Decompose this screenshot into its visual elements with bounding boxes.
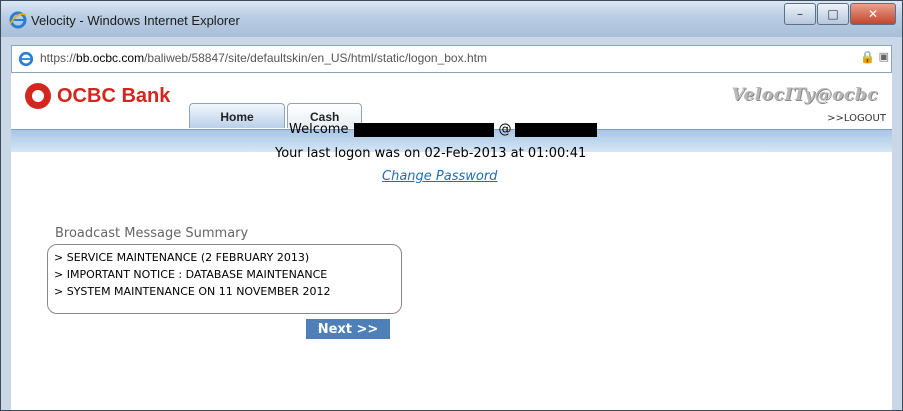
url-scheme: https://: [40, 51, 77, 65]
minimize-button[interactable]: –: [784, 3, 816, 25]
broadcast-title: Broadcast Message Summary: [55, 226, 249, 241]
welcome-line: Welcome @: [289, 122, 598, 137]
ie-page-icon: [18, 51, 34, 67]
address-bar[interactable]: https://bb.ocbc.com/baliweb/58847/site/d…: [11, 45, 892, 73]
at-sign: @: [498, 122, 512, 137]
change-password-link[interactable]: Change Password: [382, 169, 497, 184]
lock-icon[interactable]: 🔒: [860, 50, 875, 64]
logout-link[interactable]: >>LOGOUT: [827, 113, 886, 124]
window-controls: – □ ✕: [783, 3, 896, 25]
certificate-icon[interactable]: ▣: [879, 50, 889, 63]
broadcast-item[interactable]: > IMPORTANT NOTICE : DATABASE MAINTENANC…: [54, 266, 395, 283]
url-path: /baliweb/58847/site/defaultskin/en_US/ht…: [144, 51, 487, 65]
maximize-button[interactable]: □: [817, 3, 849, 25]
next-button[interactable]: Next >>: [306, 319, 390, 339]
redacted-username: [354, 122, 495, 137]
welcome-label: Welcome: [289, 122, 349, 137]
last-logon-line: Your last logon was on 02-Feb-2013 at 01…: [275, 146, 586, 161]
broadcast-list: > SERVICE MAINTENANCE (2 FEBRUARY 2013) …: [47, 244, 402, 314]
window-title: Velocity - Windows Internet Explorer: [31, 13, 240, 28]
redacted-company: [515, 122, 598, 137]
close-button[interactable]: ✕: [850, 3, 896, 25]
tab-home[interactable]: Home: [189, 103, 285, 128]
last-logon-at: at: [510, 146, 524, 161]
last-logon-prefix: Your last logon was on: [275, 146, 421, 161]
title-bar: Velocity - Windows Internet Explorer – □…: [1, 1, 902, 37]
site-header: OCBC Bank Home Cash VelocITy@ocbc >>LOGO…: [11, 73, 892, 129]
velocity-brand: VelocITy@ocbc: [731, 85, 878, 105]
url-host: bb.ocbc.com: [76, 51, 145, 65]
last-logon-date: 02-Feb-2013: [424, 146, 507, 161]
url-text[interactable]: https://bb.ocbc.com/baliweb/58847/site/d…: [40, 51, 487, 65]
ie-icon: [9, 11, 27, 29]
broadcast-item[interactable]: > SYSTEM MAINTENANCE ON 11 NOVEMBER 2012: [54, 283, 395, 300]
ocbc-logo-mark: [25, 83, 51, 109]
broadcast-item[interactable]: > SERVICE MAINTENANCE (2 FEBRUARY 2013): [54, 249, 395, 266]
browser-window: Velocity - Windows Internet Explorer – □…: [0, 0, 903, 411]
ocbc-logo: OCBC Bank: [25, 83, 170, 109]
logo-text: OCBC Bank: [57, 84, 171, 107]
last-logon-time: 01:00:41: [527, 146, 587, 161]
